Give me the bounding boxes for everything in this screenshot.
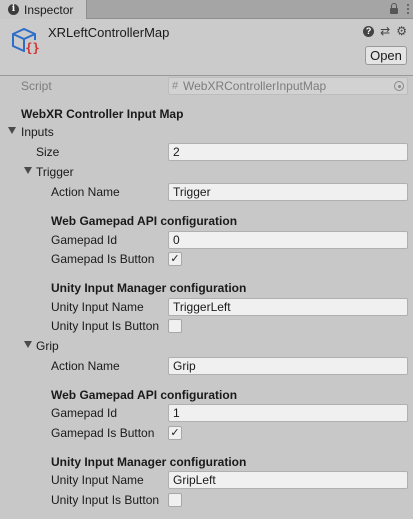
unity-input-name-row: Unity Input Name TriggerLeft (0, 298, 413, 317)
gear-icon[interactable]: ⚙ (396, 25, 407, 37)
section-title: WebXR Controller Input Map (21, 107, 184, 121)
tab-bar: i Inspector (0, 0, 413, 19)
element-foldout-trigger[interactable]: Trigger (0, 163, 413, 182)
action-name-row: Action Name Trigger (0, 183, 413, 202)
action-name-row: Action Name Grip (0, 357, 413, 376)
element-name: Trigger (36, 165, 74, 179)
script-row: Script # WebXRControllerInputMap (0, 77, 413, 96)
unity-config-header: Unity Input Manager configuration (0, 279, 413, 298)
action-name-field[interactable]: Grip (168, 357, 408, 375)
gamepad-is-button-label: Gamepad Is Button (51, 426, 155, 440)
svg-text:{}: {} (25, 41, 39, 55)
unity-input-is-button-row: Unity Input Is Button (0, 491, 413, 510)
unity-input-is-button-checkbox[interactable] (168, 319, 182, 333)
gamepad-id-row: Gamepad Id 0 (0, 231, 413, 250)
gamepad-id-field[interactable]: 0 (168, 231, 408, 249)
open-button[interactable]: Open (365, 46, 407, 65)
info-icon: i (8, 4, 19, 15)
unity-input-is-button-label: Unity Input Is Button (51, 319, 160, 333)
gamepad-id-row: Gamepad Id 1 (0, 404, 413, 423)
gamepad-is-button-row: Gamepad Is Button ✓ (0, 250, 413, 269)
object-picker-icon[interactable] (394, 81, 404, 91)
inputs-label: Inputs (21, 125, 54, 139)
gamepad-is-button-checkbox[interactable]: ✓ (168, 252, 182, 266)
gamepad-id-field[interactable]: 1 (168, 404, 408, 422)
kebab-menu-icon[interactable] (407, 2, 409, 15)
unity-input-name-field[interactable]: GripLeft (168, 471, 408, 489)
unity-input-name-label: Unity Input Name (51, 300, 144, 314)
gamepad-is-button-row: Gamepad Is Button ✓ (0, 424, 413, 443)
unity-config-title: Unity Input Manager configuration (51, 281, 247, 295)
asset-title: XRLeftControllerMap (48, 25, 170, 40)
size-row: Size 2 (0, 143, 413, 162)
gamepad-id-label: Gamepad Id (51, 406, 118, 420)
gamepad-config-title: Web Gamepad API configuration (51, 388, 238, 402)
section-title-row: WebXR Controller Input Map (0, 105, 413, 124)
script-label: Script (21, 79, 52, 93)
size-label: Size (36, 145, 60, 159)
tab-inspector[interactable]: i Inspector (0, 0, 87, 19)
unity-input-is-button-row: Unity Input Is Button (0, 317, 413, 336)
unity-input-is-button-label: Unity Input Is Button (51, 493, 160, 507)
unity-input-name-label: Unity Input Name (51, 473, 144, 487)
unity-config-title: Unity Input Manager configuration (51, 455, 247, 469)
scriptable-object-icon: {} (12, 27, 40, 55)
script-field: # WebXRControllerInputMap (168, 77, 408, 95)
inputs-foldout[interactable]: Inputs (0, 123, 413, 142)
sliders-icon[interactable]: ⇄ (380, 25, 390, 37)
unity-input-name-row: Unity Input Name GripLeft (0, 471, 413, 490)
script-file-icon: # (172, 80, 179, 92)
unity-input-is-button-checkbox[interactable] (168, 493, 182, 507)
unity-input-name-field[interactable]: TriggerLeft (168, 298, 408, 316)
header-divider (0, 75, 413, 76)
action-name-label: Action Name (51, 359, 120, 373)
foldout-arrow-icon[interactable] (24, 341, 32, 348)
action-name-field[interactable]: Trigger (168, 183, 408, 201)
size-field[interactable]: 2 (168, 143, 408, 161)
gamepad-config-header: Web Gamepad API configuration (0, 386, 413, 405)
action-name-label: Action Name (51, 185, 120, 199)
gamepad-config-header: Web Gamepad API configuration (0, 212, 413, 231)
gamepad-is-button-checkbox[interactable]: ✓ (168, 426, 182, 440)
gamepad-config-title: Web Gamepad API configuration (51, 214, 238, 228)
element-foldout-grip[interactable]: Grip (0, 337, 413, 356)
unity-config-header: Unity Input Manager configuration (0, 453, 413, 472)
foldout-arrow-icon[interactable] (24, 167, 32, 174)
gamepad-is-button-label: Gamepad Is Button (51, 252, 155, 266)
foldout-arrow-icon[interactable] (8, 127, 16, 134)
help-icon[interactable]: ? (363, 25, 375, 37)
tab-label: Inspector (24, 2, 74, 17)
element-name: Grip (36, 339, 59, 353)
gamepad-id-label: Gamepad Id (51, 233, 118, 247)
inspector-header: {} XRLeftControllerMap ? ⇄ ⚙ Open (0, 19, 413, 75)
lock-icon[interactable] (389, 2, 399, 15)
script-value: WebXRControllerInputMap (183, 79, 327, 93)
